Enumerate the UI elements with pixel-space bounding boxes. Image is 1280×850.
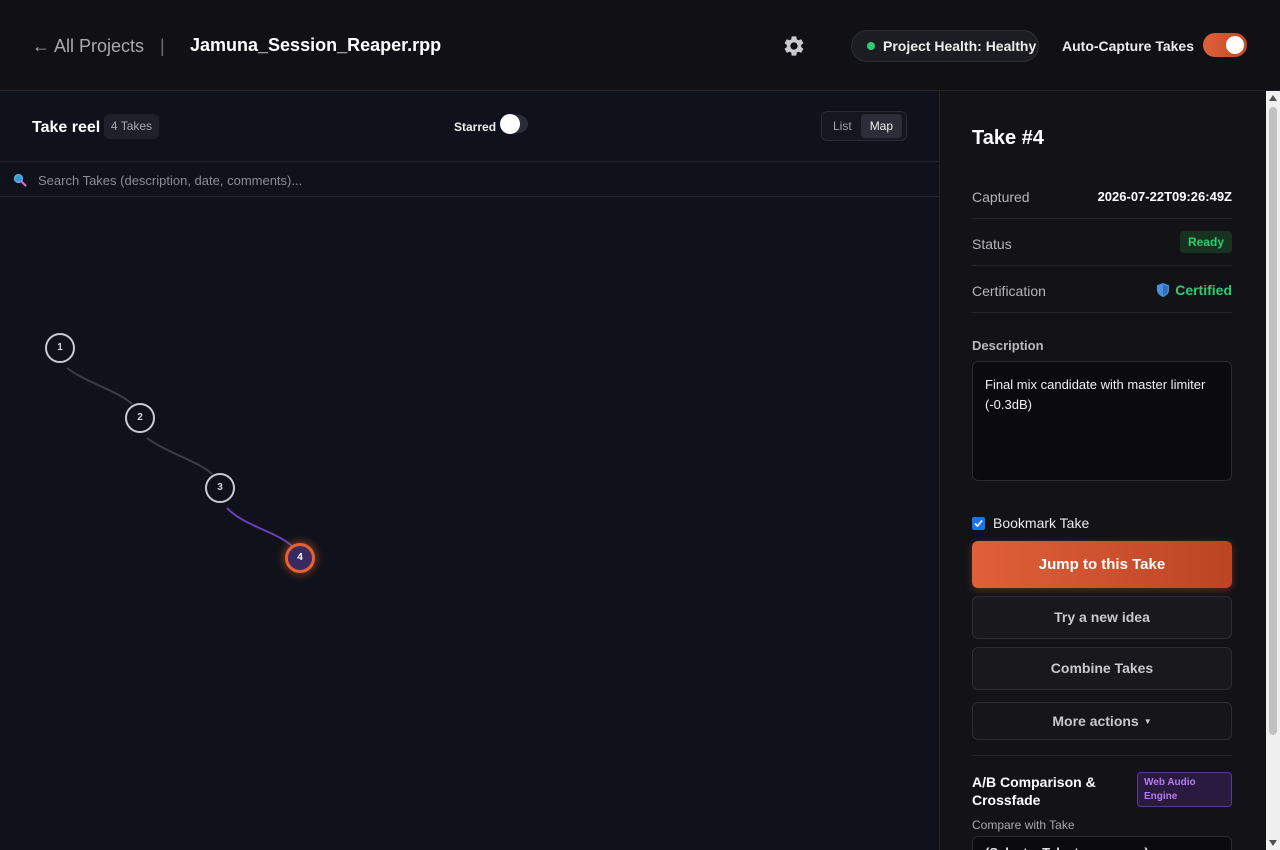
take-node-4[interactable]: 4 (285, 543, 315, 573)
scroll-down-arrow-icon[interactable] (1269, 840, 1277, 846)
combine-takes-button[interactable]: Combine Takes (972, 647, 1232, 690)
try-new-idea-button[interactable]: Try a new idea (972, 596, 1232, 639)
bookmark-take-checkbox[interactable]: Bookmark Take (972, 515, 1089, 531)
search-icon (13, 173, 27, 187)
status-row: Status Ready (972, 219, 1232, 266)
starred-filter-label: Starred (454, 120, 497, 134)
view-list-option[interactable]: List (824, 114, 861, 138)
ab-comparison-title: A/B Comparison & Crossfade (972, 774, 1096, 808)
captured-value: 2026-07-22T09:26:49Z (1097, 189, 1232, 204)
auto-capture-label: Auto-Capture Takes (1062, 38, 1194, 54)
description-label: Description (972, 338, 1044, 353)
captured-row: Captured 2026-07-22T09:26:49Z (972, 172, 1232, 219)
certification-row: Certification Certified (972, 266, 1232, 313)
certification-value: Certified (1175, 282, 1232, 298)
certification-status: Certified (1157, 282, 1232, 298)
take-reel-header: Take reel 4 Takes Starred List Map (0, 91, 939, 162)
gear-icon[interactable] (782, 34, 806, 58)
health-status-dot (867, 42, 875, 50)
starred-filter-toggle[interactable] (500, 114, 528, 134)
section-divider (972, 755, 1232, 756)
certification-label: Certification (972, 283, 1046, 299)
take-count-badge: 4 Takes (104, 114, 159, 139)
detail-scrollbar[interactable] (1266, 91, 1280, 850)
web-audio-engine-badge: Web Audio Engine (1137, 772, 1232, 807)
toggle-knob (1226, 36, 1244, 54)
take-node-2[interactable]: 2 (125, 403, 155, 433)
connection-line (146, 437, 213, 475)
take-map: 1 2 3 4 (0, 197, 939, 850)
caret-down-icon: ▼ (1143, 717, 1152, 727)
top-bar: ← All Projects | Jamuna_Session_Reaper.r… (0, 0, 1280, 91)
take-reel-title: Take reel (32, 119, 101, 136)
scrollbar-thumb[interactable] (1269, 107, 1277, 735)
compare-take-select[interactable]: (Select a Take to compare) (972, 836, 1232, 850)
breadcrumb-separator: | (160, 36, 165, 56)
back-to-projects-link[interactable]: ← All Projects (32, 36, 144, 57)
status-badge: Ready (1179, 231, 1232, 253)
take-detail-title: Take #4 (972, 127, 1044, 149)
connection-line (66, 367, 133, 405)
shield-icon (1157, 283, 1170, 297)
captured-label: Captured (972, 189, 1030, 205)
view-mode-switch: List Map (821, 111, 907, 141)
take-connections (66, 367, 296, 550)
view-map-option[interactable]: Map (860, 114, 903, 138)
project-health-badge[interactable]: Project Health: Healthy (851, 30, 1039, 62)
auto-capture-toggle[interactable] (1203, 33, 1247, 57)
more-actions-button[interactable]: More actions ▼ (972, 702, 1232, 740)
checkbox-checked-icon (972, 516, 985, 530)
description-textarea[interactable]: Final mix candidate with master limiter … (972, 361, 1232, 481)
project-health-label: Project Health: Healthy (883, 38, 1037, 54)
compare-with-label: Compare with Take (972, 818, 1075, 832)
take-detail-panel: Take #4 Captured 2026-07-22T09:26:49Z St… (939, 91, 1280, 850)
jump-to-take-button[interactable]: Jump to this Take (972, 541, 1232, 588)
take-search-bar (0, 162, 939, 197)
more-actions-label: More actions (1052, 713, 1139, 729)
project-file-name: Jamuna_Session_Reaper.rpp (190, 35, 442, 55)
take-reel-panel: Take reel 4 Takes Starred List Map 1 2 3… (0, 91, 939, 850)
take-node-3[interactable]: 3 (205, 473, 235, 503)
take-search-input[interactable] (38, 169, 918, 191)
bookmark-take-label: Bookmark Take (993, 515, 1090, 531)
toggle-knob (500, 114, 520, 134)
scroll-up-arrow-icon[interactable] (1269, 95, 1277, 101)
connection-line-active (226, 507, 296, 550)
status-label: Status (972, 236, 1012, 252)
take-node-1[interactable]: 1 (45, 333, 75, 363)
